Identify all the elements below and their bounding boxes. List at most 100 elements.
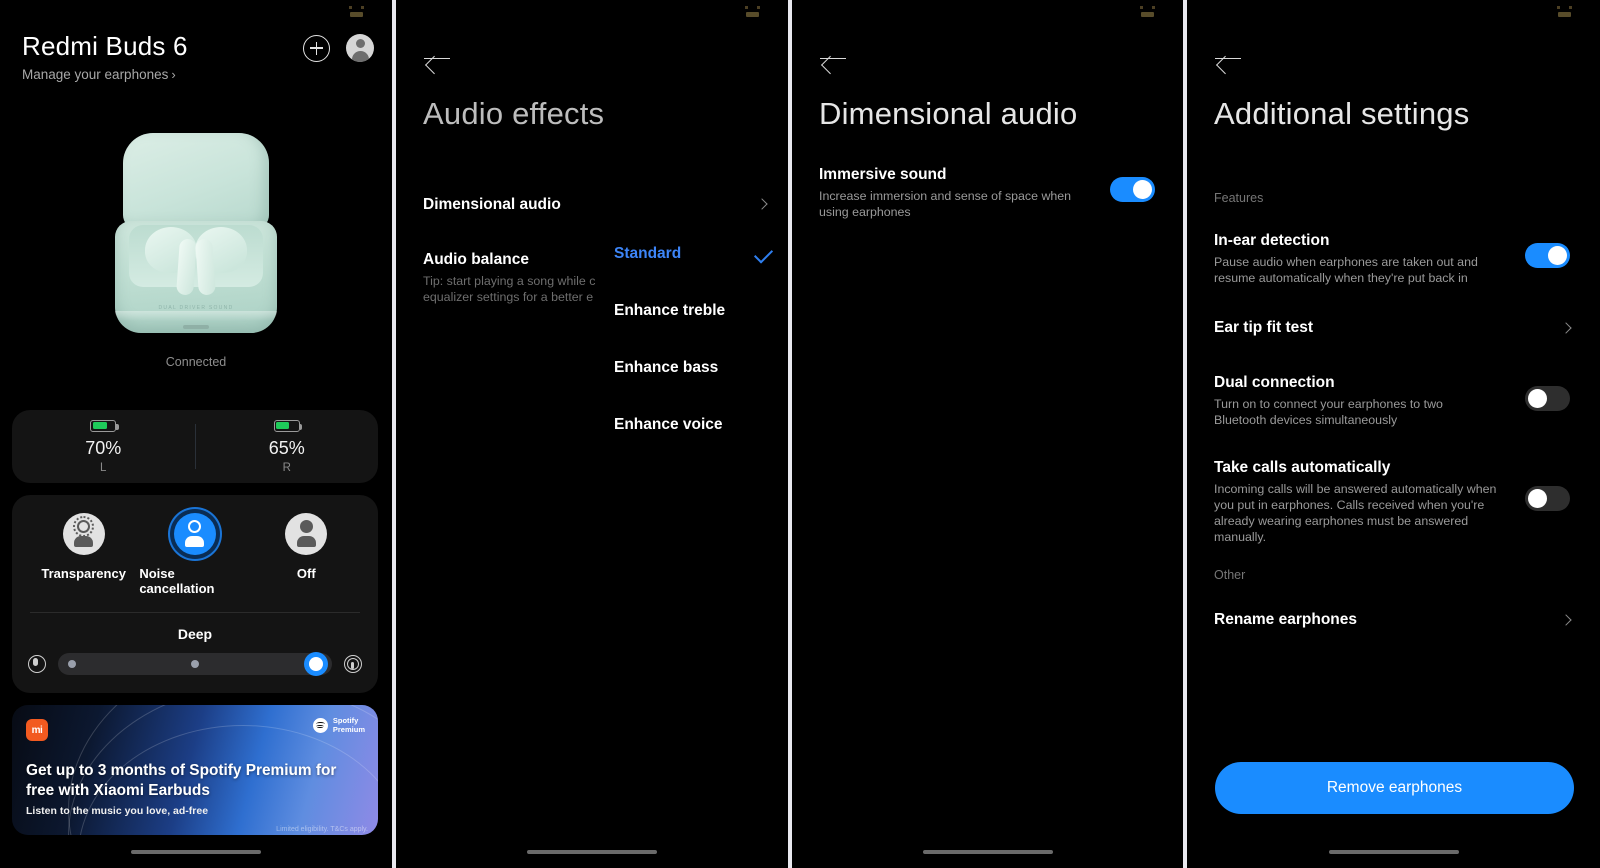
row-title: In-ear detection (1214, 232, 1330, 249)
deep-anc-icon (342, 653, 364, 675)
panel-dimensional-audio: Dimensional audio Immersive sound Increa… (792, 0, 1183, 868)
notification-icon (349, 6, 364, 19)
screenshot-collage: Redmi Buds 6 Manage your earphones › DUA… (0, 0, 1600, 868)
row-title: Immersive sound (819, 166, 947, 183)
status-bar (396, 0, 788, 26)
banner-title: Get up to 3 months of Spotify Premium fo… (26, 762, 337, 799)
in-ear-detection-toggle[interactable] (1525, 243, 1570, 268)
immersive-sound-toggle[interactable] (1110, 177, 1155, 202)
back-arrow-icon[interactable] (424, 46, 450, 70)
slider-thumb[interactable] (309, 657, 323, 671)
panel-device-home: Redmi Buds 6 Manage your earphones › DUA… (0, 0, 392, 868)
transparency-icon (62, 513, 105, 555)
gesture-bar[interactable] (1328, 850, 1459, 854)
gesture-bar[interactable] (527, 850, 657, 854)
row-in-ear-detection[interactable]: In-ear detection Pause audio when earpho… (1214, 232, 1570, 286)
battery-percent: 70% (85, 437, 122, 458)
status-bar (1187, 0, 1600, 26)
dual-connection-toggle[interactable] (1525, 386, 1570, 411)
mi-logo-icon: mi (26, 719, 48, 741)
row-title: Take calls automatically (1214, 459, 1391, 476)
eq-option-enhance-treble[interactable]: Enhance treble (614, 302, 788, 359)
anc-level-slider-row (12, 653, 378, 675)
row-dimensional-audio[interactable]: Dimensional audio (423, 196, 768, 214)
manage-earphones-link[interactable]: Manage your earphones › (22, 67, 374, 82)
case-brand-text: DUAL DRIVER SOUND (158, 304, 234, 311)
battery-percent: 65% (268, 437, 305, 458)
eq-option-enhance-voice[interactable]: Enhance voice (614, 416, 788, 473)
status-bar (0, 0, 392, 26)
spotify-promo-banner[interactable]: mi Spotify Premium Get up to 3 months of… (12, 705, 378, 835)
device-header: Redmi Buds 6 Manage your earphones › (22, 30, 374, 82)
spotify-logo-line2: Premium (332, 724, 365, 734)
row-take-calls-automatically[interactable]: Take calls automatically Incoming calls … (1214, 459, 1570, 545)
row-description: Increase immersion and sense of space wh… (819, 189, 1072, 219)
slider-tick[interactable] (191, 660, 199, 668)
page-title: Audio effects (423, 96, 605, 131)
anc-mode-transparency[interactable]: Transparency (28, 513, 139, 596)
anc-level-slider[interactable] (58, 653, 332, 675)
anc-mode-noise-cancellation[interactable]: Noise cancellation (139, 513, 250, 596)
row-title: Ear tip fit test (1214, 319, 1314, 336)
row-ear-tip-fit-test[interactable]: Ear tip fit test (1214, 319, 1572, 337)
header-actions (303, 34, 374, 62)
usb-port (183, 324, 209, 329)
add-icon[interactable] (303, 34, 330, 62)
panel-additional-settings: Additional settings Features In-ear dete… (1187, 0, 1600, 868)
eq-option-label: Standard (614, 245, 682, 262)
chevron-right-icon: › (171, 67, 176, 82)
case-base: DUAL DRIVER SOUND (115, 220, 277, 333)
notification-icon (1140, 6, 1155, 19)
row-title: Dual connection (1214, 374, 1335, 391)
slider-tick[interactable] (68, 660, 76, 668)
manage-earphones-label: Manage your earphones (22, 67, 169, 82)
earbuds-case: DUAL DRIVER SOUND (115, 132, 277, 333)
row-title: Dimensional audio (423, 196, 561, 213)
row-description: Pause audio when earphones are taken out… (1214, 255, 1478, 285)
notification-icon (1557, 6, 1572, 19)
eq-option-standard[interactable]: Standard (614, 244, 788, 302)
anc-mode-label: Off (296, 566, 316, 581)
eq-option-enhance-bass[interactable]: Enhance bass (614, 359, 788, 416)
page-title: Additional settings (1214, 96, 1470, 131)
anc-level-label: Deep (177, 626, 213, 642)
gesture-bar[interactable] (922, 850, 1053, 854)
light-anc-icon (26, 653, 48, 675)
row-rename-earphones[interactable]: Rename earphones (1214, 611, 1572, 629)
back-arrow-icon[interactable] (820, 46, 846, 70)
profile-avatar[interactable] (346, 34, 374, 62)
back-arrow-icon[interactable] (1215, 46, 1241, 70)
take-calls-toggle[interactable] (1525, 486, 1570, 511)
connection-status: Connected (165, 355, 227, 369)
notification-icon (745, 6, 760, 19)
battery-icon (273, 419, 303, 432)
noise-cancellation-icon (173, 513, 216, 555)
case-lid (123, 132, 269, 229)
anc-off-icon (285, 513, 328, 555)
banner-subtitle: Listen to the music you love, ad-free (26, 805, 209, 817)
remove-earphones-button[interactable]: Remove earphones (1215, 762, 1574, 814)
battery-icon (90, 419, 119, 432)
row-immersive-sound[interactable]: Immersive sound Increase immersion and s… (819, 166, 1155, 220)
spotify-icon (312, 718, 328, 733)
banner-legal-text: Limited eligibility. T&Cs apply. (276, 826, 368, 833)
row-description: Turn on to connect your earphones to two… (1214, 397, 1443, 427)
row-description: Incoming calls will be answered automati… (1214, 482, 1497, 544)
battery-side-label: R (282, 461, 291, 474)
case-cavity (129, 224, 263, 296)
row-description: Tip: start playing a song while c equali… (423, 274, 596, 304)
anc-mode-off[interactable]: Off (251, 513, 362, 596)
gesture-bar[interactable] (131, 850, 261, 854)
anc-mode-label: Noise cancellation (139, 566, 215, 596)
battery-right: 65% R (196, 410, 379, 483)
equalizer-options-menu: Standard Enhance treble Enhance bass Enh… (614, 244, 788, 473)
noise-control-card: Transparency Noise cancellation Off Deep (12, 495, 378, 693)
row-dual-connection[interactable]: Dual connection Turn on to connect your … (1214, 374, 1570, 428)
battery-card: 70% L 65% R (12, 410, 378, 483)
divider (30, 612, 360, 613)
eq-option-label: Enhance voice (614, 416, 723, 433)
earbuds-product-image: DUAL DRIVER SOUND (0, 120, 392, 345)
battery-left: 70% L (12, 410, 195, 483)
eq-option-label: Enhance bass (614, 359, 719, 376)
row-title: Rename earphones (1214, 611, 1357, 628)
